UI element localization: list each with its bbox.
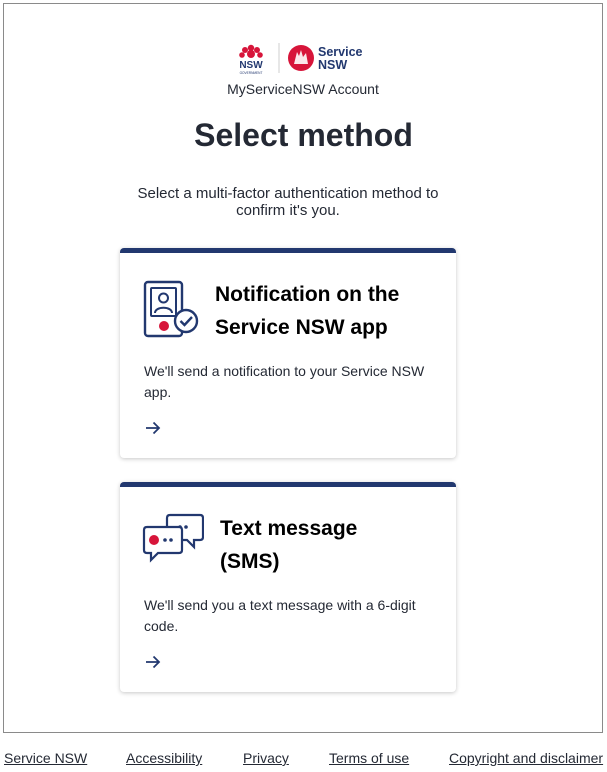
arrow-right-icon[interactable]: [144, 419, 162, 437]
arrow-right-icon[interactable]: [144, 653, 162, 671]
svg-text:Service: Service: [318, 45, 363, 59]
phone-check-icon: [142, 279, 200, 344]
method-title: Notification on the Service NSW app: [215, 283, 400, 339]
method-card-app-notification[interactable]: Notification on the Service NSW app We'l…: [120, 248, 456, 458]
footer-link-service-nsw[interactable]: Service NSW: [4, 750, 87, 766]
footer-link-accessibility[interactable]: Accessibility: [126, 750, 202, 766]
page-subtitle: Select a multi-factor authentication met…: [137, 185, 439, 219]
waratah-icon: [239, 44, 263, 58]
chat-bubbles-icon: [142, 513, 205, 570]
method-title: Text message (SMS): [220, 517, 358, 573]
method-description: We'll send a notification to your Servic…: [144, 363, 425, 400]
svg-text:NSW: NSW: [318, 58, 347, 72]
svg-text:GOVERNMENT: GOVERNMENT: [240, 71, 263, 75]
footer-link-terms[interactable]: Terms of use: [329, 750, 409, 766]
method-card-sms[interactable]: Text message (SMS) We'll send you a text…: [120, 482, 456, 692]
account-label: MyServiceNSW Account: [227, 81, 379, 97]
svg-text:NSW: NSW: [239, 60, 263, 71]
footer-link-privacy[interactable]: Privacy: [243, 750, 289, 766]
nsw-service-logo: NSW GOVERNMENT Service NSW: [239, 43, 363, 75]
footer-links: Service NSW Accessibility Privacy Terms …: [0, 750, 607, 770]
method-description: We'll send you a text message with a 6-d…: [144, 597, 416, 634]
page-title: Select method: [194, 117, 413, 153]
footer-link-copyright[interactable]: Copyright and disclaimer: [449, 750, 603, 766]
